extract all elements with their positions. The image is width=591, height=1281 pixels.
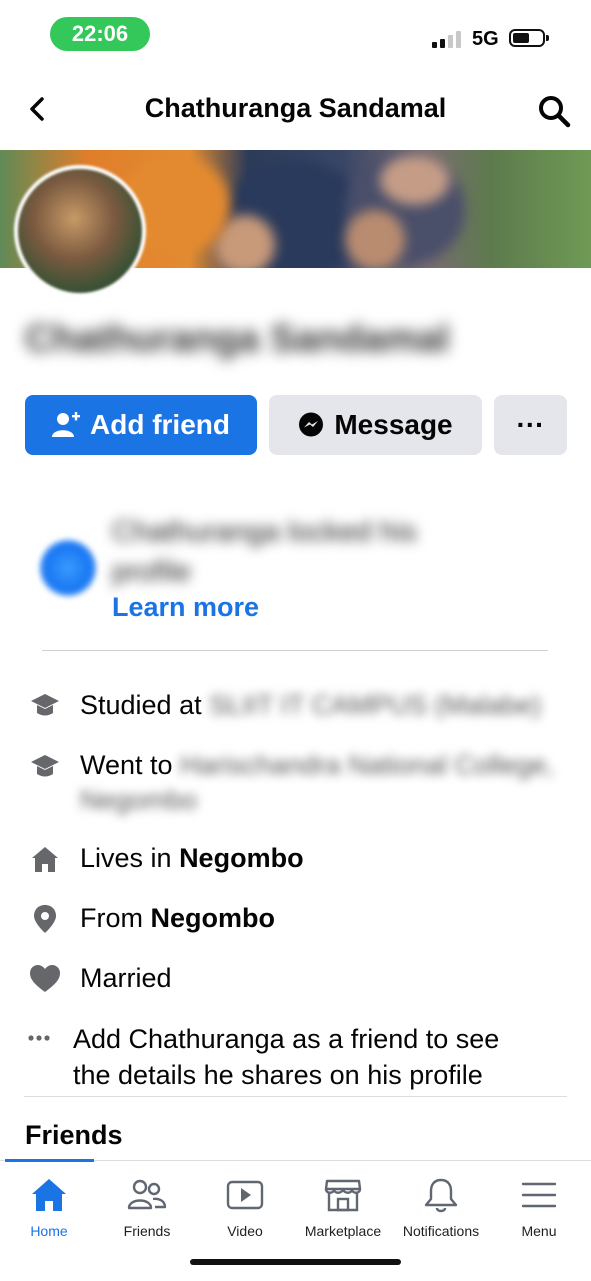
detail-prefix: Went to bbox=[80, 750, 173, 780]
menu-icon bbox=[521, 1182, 557, 1208]
video-icon bbox=[226, 1180, 264, 1210]
more-dots-icon: ··· bbox=[516, 409, 545, 440]
tab-friends[interactable]: Friends bbox=[98, 1175, 196, 1239]
home-icon bbox=[32, 847, 58, 872]
messenger-icon bbox=[299, 412, 324, 437]
back-button[interactable] bbox=[20, 91, 56, 127]
bell-icon bbox=[424, 1178, 458, 1213]
cellular-signal-icon bbox=[432, 30, 462, 48]
active-tab-indicator bbox=[5, 1159, 94, 1162]
heart-icon bbox=[30, 965, 60, 992]
detail-value: SLIIT IT CAMPUS (Malabe) bbox=[209, 690, 542, 720]
location-pin-icon bbox=[34, 905, 56, 933]
status-bar: 22:06 5G bbox=[0, 0, 591, 70]
tab-video[interactable]: Video bbox=[196, 1175, 294, 1239]
detail-prefix: From bbox=[80, 903, 143, 933]
friends-section-heading: Friends bbox=[25, 1120, 123, 1150]
detail-prefix: Married bbox=[80, 963, 172, 993]
detail-prefix: Studied at bbox=[80, 690, 202, 720]
network-type: 5G bbox=[472, 28, 499, 50]
home-icon bbox=[32, 1179, 66, 1211]
divider bbox=[24, 1096, 567, 1097]
more-options-button[interactable]: ··· bbox=[494, 395, 567, 455]
battery-icon bbox=[509, 29, 549, 47]
divider bbox=[42, 650, 548, 651]
graduation-cap-icon bbox=[31, 694, 59, 716]
profile-name: Chathuranga Sandamal bbox=[25, 318, 450, 360]
detail-value: Negombo bbox=[150, 903, 276, 933]
graduation-cap-icon bbox=[31, 755, 59, 777]
add-friend-icon bbox=[52, 412, 80, 437]
shield-icon bbox=[40, 540, 96, 596]
more-dots-icon bbox=[28, 1035, 50, 1041]
detail-value: Negombo bbox=[179, 843, 304, 873]
locked-profile-notice: Chathuranga locked his profile bbox=[112, 516, 417, 588]
message-label: Message bbox=[334, 409, 453, 440]
friends-icon bbox=[127, 1179, 167, 1210]
profile-header: Chathuranga Sandamal bbox=[0, 75, 591, 145]
learn-more-link[interactable]: Learn more bbox=[112, 592, 259, 623]
profile-avatar[interactable] bbox=[14, 165, 146, 297]
tab-menu[interactable]: Menu bbox=[490, 1175, 588, 1239]
tab-home[interactable]: Home bbox=[0, 1175, 98, 1239]
status-time: 22:06 bbox=[50, 17, 150, 51]
tab-marketplace[interactable]: Marketplace bbox=[294, 1175, 392, 1239]
tab-notifications[interactable]: Notifications bbox=[392, 1175, 490, 1239]
privacy-note-text: Add Chathuranga as a friend to see the d… bbox=[73, 1024, 500, 1090]
home-indicator[interactable] bbox=[190, 1259, 401, 1265]
detail-prefix: Lives in bbox=[80, 843, 172, 873]
add-friend-label: Add friend bbox=[90, 409, 230, 440]
chevron-left-icon bbox=[30, 97, 44, 121]
message-button[interactable]: Message bbox=[269, 395, 482, 455]
search-icon bbox=[539, 96, 571, 128]
page-title: Chathuranga Sandamal bbox=[144, 93, 447, 123]
add-friend-button[interactable]: Add friend bbox=[25, 395, 257, 455]
search-button[interactable] bbox=[534, 91, 574, 131]
marketplace-icon bbox=[324, 1179, 362, 1212]
